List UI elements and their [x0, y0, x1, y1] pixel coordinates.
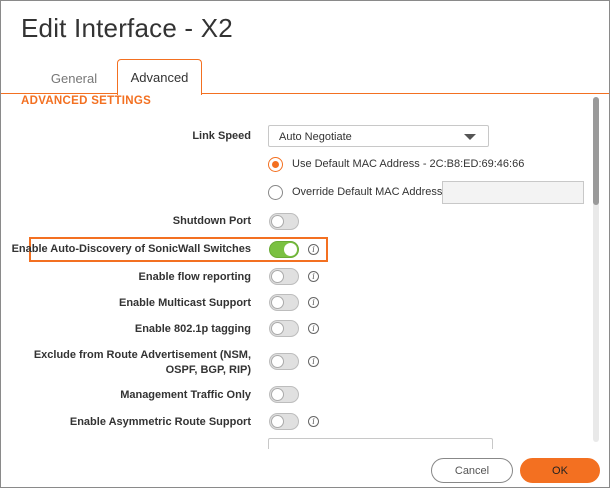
- info-icon[interactable]: i: [308, 297, 319, 308]
- exclude-route-label: Exclude from Route Advertisement (NSM, O…: [33, 349, 251, 376]
- tab-divider: [1, 93, 609, 94]
- multicast-toggle[interactable]: [269, 294, 299, 311]
- flow-reporting-label: Enable flow reporting: [138, 271, 251, 283]
- info-icon[interactable]: i: [308, 323, 319, 334]
- shutdown-port-label: Shutdown Port: [172, 215, 251, 227]
- scrollbar-thumb[interactable]: [593, 97, 599, 205]
- tagging-toggle[interactable]: [269, 320, 299, 337]
- exclude-route-toggle[interactable]: [269, 353, 299, 370]
- ok-button[interactable]: OK: [520, 458, 600, 483]
- mgmt-traffic-toggle[interactable]: [269, 386, 299, 403]
- info-icon[interactable]: i: [308, 271, 319, 282]
- override-mac-label: Override Default MAC Address: [292, 186, 443, 198]
- tab-advanced[interactable]: Advanced: [117, 59, 202, 95]
- info-icon[interactable]: i: [308, 244, 319, 255]
- asymmetric-route-toggle[interactable]: [269, 413, 299, 430]
- partial-select[interactable]: [268, 438, 493, 449]
- shutdown-port-toggle[interactable]: [269, 213, 299, 230]
- flow-reporting-toggle[interactable]: [269, 268, 299, 285]
- override-mac-input[interactable]: [442, 181, 584, 204]
- tab-general[interactable]: General: [39, 63, 109, 95]
- dialog-title: Edit Interface - X2: [21, 13, 233, 43]
- link-speed-value: Auto Negotiate: [279, 131, 352, 143]
- tagging-label: Enable 802.1p tagging: [134, 323, 251, 335]
- mgmt-traffic-label: Management Traffic Only: [120, 389, 251, 401]
- use-default-mac-radio[interactable]: [268, 157, 283, 172]
- asymmetric-route-label: Enable Asymmetric Route Support: [69, 416, 251, 428]
- cancel-button[interactable]: Cancel: [431, 458, 513, 483]
- link-speed-label: Link Speed: [192, 130, 251, 142]
- edit-interface-dialog: Edit Interface - X2 General Advanced ADV…: [0, 0, 610, 488]
- chevron-down-icon: [464, 134, 476, 140]
- override-mac-radio[interactable]: [268, 185, 283, 200]
- use-default-mac-label: Use Default MAC Address - 2C:B8:ED:69:46…: [292, 158, 525, 170]
- auto-discovery-toggle[interactable]: [269, 241, 299, 258]
- link-speed-select[interactable]: Auto Negotiate: [268, 125, 489, 147]
- info-icon[interactable]: i: [308, 416, 319, 427]
- section-title: ADVANCED SETTINGS: [21, 95, 152, 107]
- multicast-label: Enable Multicast Support: [118, 297, 251, 309]
- info-icon[interactable]: i: [308, 356, 319, 367]
- auto-discovery-label: Enable Auto-Discovery of SonicWall Switc…: [11, 243, 251, 255]
